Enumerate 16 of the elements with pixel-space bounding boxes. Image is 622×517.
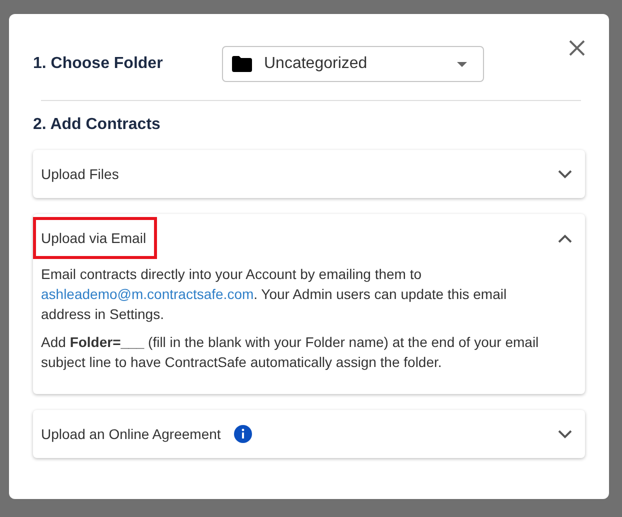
info-icon [234,425,252,443]
accordion-header[interactable]: Upload via Email [33,217,158,259]
accordion-header[interactable]: Upload Files [33,153,130,195]
section-heading: 1. Choose Folder [33,55,164,73]
section-heading: 2. Add Contracts [33,116,162,134]
folder-icon [232,56,252,72]
accordion-header[interactable]: Upload an Online Agreement [33,413,232,455]
close-icon[interactable] [569,40,585,56]
email-link[interactable]: ashleademo@m.contractsafe.com [41,286,254,302]
chevron-up-icon[interactable] [558,234,572,242]
paragraph: Email contracts directly into your Account by emailing them to ashleademo@m.contractsafe.com. Your Admin users can update this email address in Settings. [41,265,508,324]
folder-dropdown[interactable]: Uncategorized [222,46,484,82]
paragraph: Add Folder=___ (fill in the blank with your Folder name) at the end of your email subject line to have ContractSafe automatically assign the folder. [41,333,540,372]
caret-icon [457,62,467,66]
chevron-down-icon[interactable] [558,430,572,438]
chevron-down-icon[interactable] [558,170,572,178]
